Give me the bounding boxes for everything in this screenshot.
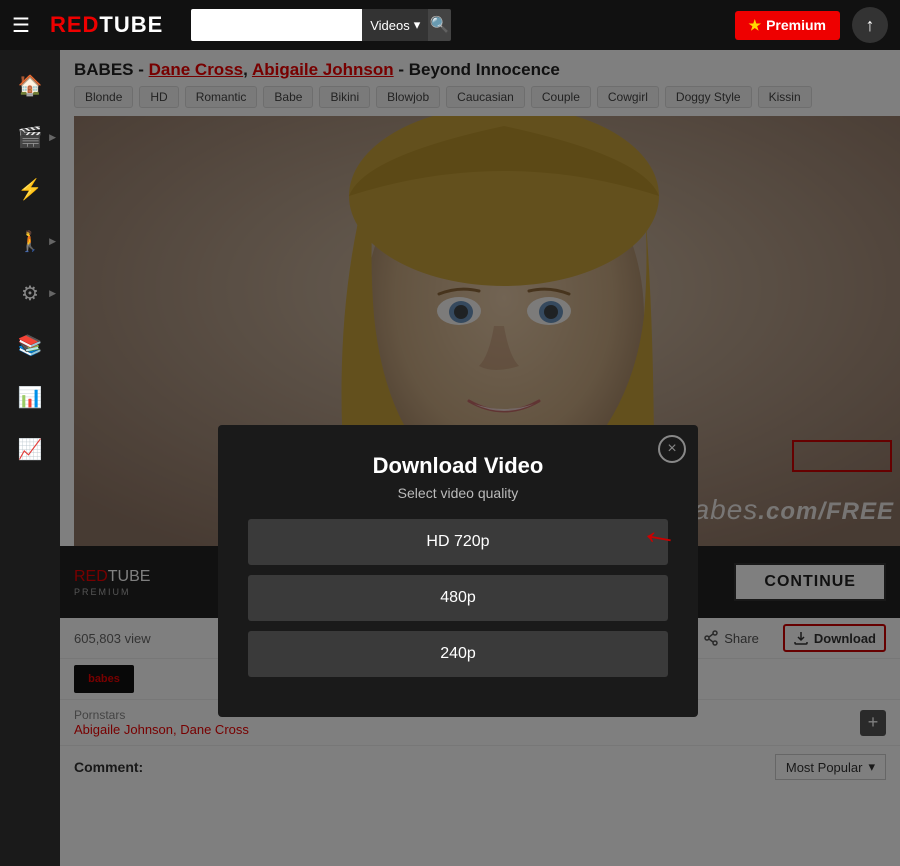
trending-icon: 📈 bbox=[18, 437, 43, 462]
layers-icon: ⚡ bbox=[18, 177, 43, 202]
hamburger-icon[interactable]: ☰ bbox=[12, 13, 30, 38]
modal-title: Download Video bbox=[248, 453, 668, 479]
expand-arrow-2-icon: ▶ bbox=[49, 236, 56, 247]
modal-close-button[interactable]: × bbox=[658, 435, 686, 463]
modal-overlay[interactable]: × Download Video Select video quality HD… bbox=[60, 50, 900, 866]
videos-icon: 🎬 bbox=[18, 125, 43, 150]
sidebar-item-videos[interactable]: 🎬 ▶ bbox=[0, 112, 60, 162]
search-button[interactable]: 🔍 bbox=[428, 9, 451, 41]
quality-480-button[interactable]: 480p bbox=[248, 575, 668, 621]
search-type-button[interactable]: Videos ▾ bbox=[362, 9, 428, 41]
sidebar-item-settings[interactable]: ⚙ ▶ bbox=[0, 268, 60, 318]
sidebar-item-pornstars[interactable]: 🚶 ▶ bbox=[0, 216, 60, 266]
download-modal: × Download Video Select video quality HD… bbox=[218, 425, 698, 717]
sidebar-item-trending[interactable]: 📈 bbox=[0, 424, 60, 474]
header: ☰ REDTUBE Videos ▾ 🔍 ★ Premium ↑ bbox=[0, 0, 900, 50]
logo-white: TUBE bbox=[99, 12, 163, 38]
premium-star-icon: ★ bbox=[749, 17, 762, 34]
person-icon: 🚶 bbox=[18, 229, 43, 254]
sidebar-item-categories[interactable]: ⚡ bbox=[0, 164, 60, 214]
main-layout: 🏠 🎬 ▶ ⚡ 🚶 ▶ ⚙ ▶ 📚 📊 📈 BABES - Da bbox=[0, 50, 900, 866]
quality-hd720-button[interactable]: HD 720p bbox=[248, 519, 668, 565]
content: BABES - Dane Cross, Abigaile Johnson - B… bbox=[60, 50, 900, 866]
red-arrow-annotation: ← bbox=[636, 507, 683, 558]
sidebar-item-charts[interactable]: 📊 bbox=[0, 372, 60, 422]
quality-240-button[interactable]: 240p bbox=[248, 631, 668, 677]
premium-label: Premium bbox=[766, 17, 826, 33]
sidebar-item-library[interactable]: 📚 bbox=[0, 320, 60, 370]
modal-subtitle: Select video quality bbox=[248, 485, 668, 501]
upload-button[interactable]: ↑ bbox=[852, 7, 888, 43]
sidebar: 🏠 🎬 ▶ ⚡ 🚶 ▶ ⚙ ▶ 📚 📊 📈 bbox=[0, 50, 60, 866]
gear-icon: ⚙ bbox=[21, 281, 39, 306]
home-icon: 🏠 bbox=[18, 73, 43, 98]
search-input[interactable] bbox=[191, 9, 362, 41]
charts-icon: 📊 bbox=[18, 385, 43, 410]
search-bar: Videos ▾ 🔍 bbox=[191, 9, 451, 41]
logo[interactable]: REDTUBE bbox=[50, 12, 163, 38]
logo-red: RED bbox=[50, 12, 99, 38]
library-icon: 📚 bbox=[18, 333, 43, 358]
sidebar-item-home[interactable]: 🏠 bbox=[0, 60, 60, 110]
premium-button[interactable]: ★ Premium bbox=[735, 11, 840, 40]
expand-arrow-icon: ▶ bbox=[49, 132, 56, 143]
expand-arrow-3-icon: ▶ bbox=[49, 288, 56, 299]
